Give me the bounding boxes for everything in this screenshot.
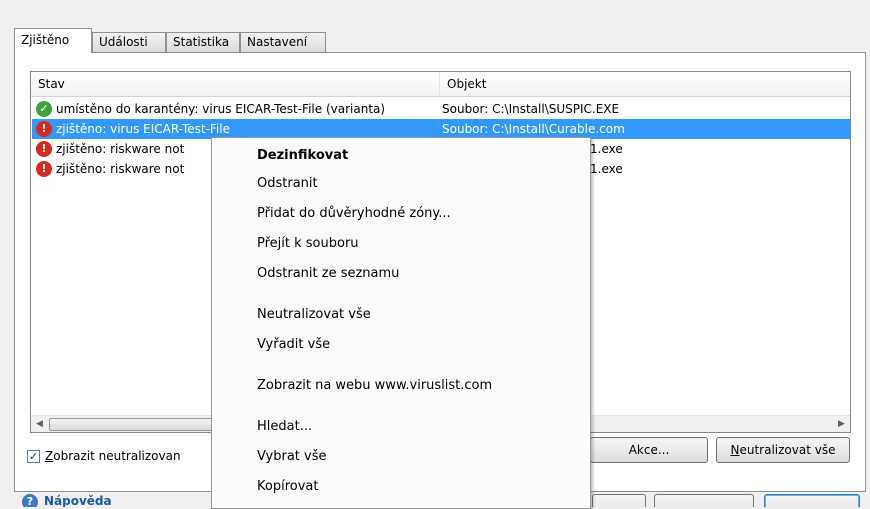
- row-stav: zjištěno: riskware not: [56, 142, 185, 156]
- menu-separator: [246, 405, 588, 406]
- footer-button-1[interactable]: [592, 494, 646, 507]
- menu-item-remove-from-list[interactable]: Odstranit ze seznamu: [212, 260, 590, 288]
- show-neutralized-checkbox[interactable]: ✓: [27, 450, 40, 463]
- menu-item-discard-all[interactable]: Vyřadit vše: [212, 331, 590, 359]
- tab-nastaveni[interactable]: Nastavení: [240, 32, 326, 52]
- list-header: Stav Objekt: [31, 72, 850, 97]
- tab-udalosti[interactable]: Události: [92, 32, 166, 52]
- scroll-left-icon[interactable]: ◀: [31, 416, 48, 432]
- tab-zjisteno[interactable]: Zjištěno: [14, 28, 92, 53]
- menu-item-neutralize-all[interactable]: Neutralizovat vše: [212, 301, 590, 329]
- menu-item-show-on-web[interactable]: Zobrazit na webu www.viruslist.com: [212, 372, 590, 400]
- footer-button-2[interactable]: [654, 494, 754, 507]
- help-icon[interactable]: ?: [22, 494, 38, 507]
- check-icon: ✓: [36, 101, 52, 117]
- context-menu: Dezinfikovat Odstranit Přidat do důvěryh…: [211, 137, 591, 509]
- neutralize-all-button[interactable]: Neutralizovat vše: [716, 437, 850, 463]
- scroll-right-icon[interactable]: ▶: [833, 416, 850, 432]
- menu-item-select-all[interactable]: Vybrat vše: [212, 443, 590, 471]
- tab-statistika[interactable]: Statistika: [166, 32, 240, 52]
- show-neutralized-label: Zobrazit neutralizovan: [45, 449, 181, 463]
- menu-item-go-to-file[interactable]: Přejít k souboru: [212, 230, 590, 258]
- warning-icon: !: [36, 141, 52, 157]
- menu-item-dezinfikovat[interactable]: Dezinfikovat: [212, 142, 590, 170]
- row-stav: umístěno do karantény: virus EICAR-Test-…: [56, 102, 386, 116]
- menu-separator: [246, 293, 588, 294]
- column-header-objekt[interactable]: Objekt: [440, 72, 850, 97]
- table-row[interactable]: ! zjištěno: virus EICAR-Test-File Soubor…: [32, 119, 850, 139]
- column-header-stav[interactable]: Stav: [31, 72, 440, 97]
- row-objekt: Soubor: C:\Install\SUSPIC.EXE: [442, 102, 620, 116]
- warning-icon: !: [36, 161, 52, 177]
- row-stav: zjištěno: riskware not: [56, 162, 185, 176]
- menu-item-odstranit[interactable]: Odstranit: [212, 170, 590, 198]
- help-link[interactable]: Nápověda: [44, 494, 112, 507]
- row-stav: zjištěno: virus EICAR-Test-File: [56, 122, 230, 136]
- menu-separator: [246, 364, 588, 365]
- warning-icon: !: [36, 121, 52, 137]
- actions-button[interactable]: Akce...: [590, 437, 708, 463]
- row-objekt: Soubor: C:\Install\Curable.com: [442, 122, 625, 136]
- menu-item-add-trusted-zone[interactable]: Přidat do důvěryhodné zóny...: [212, 200, 590, 228]
- menu-item-copy[interactable]: Kopírovat: [212, 473, 590, 501]
- footer-button-3[interactable]: [764, 494, 860, 507]
- table-row[interactable]: ✓ umístěno do karantény: virus EICAR-Tes…: [32, 99, 850, 119]
- menu-item-search[interactable]: Hledat...: [212, 413, 590, 441]
